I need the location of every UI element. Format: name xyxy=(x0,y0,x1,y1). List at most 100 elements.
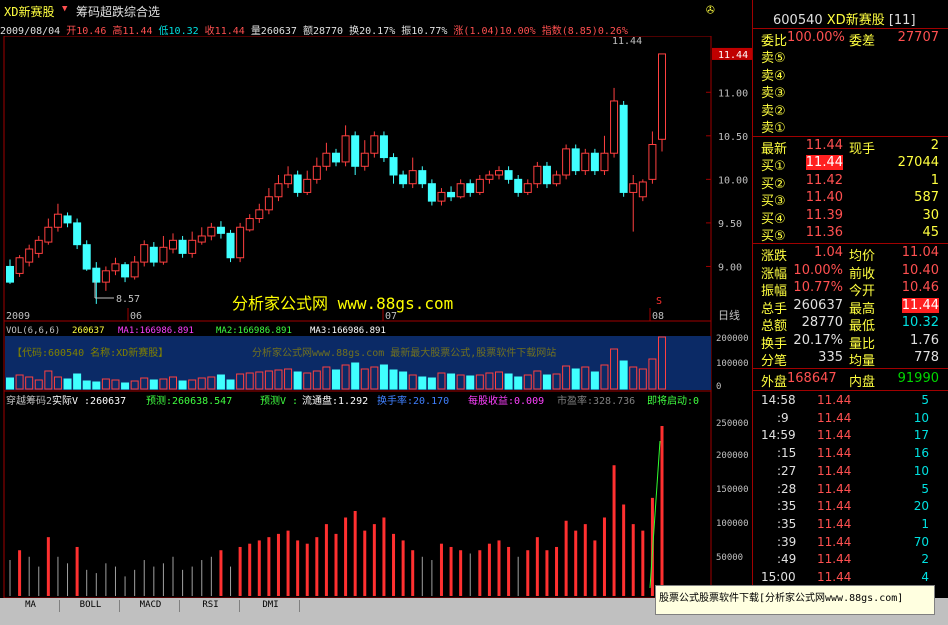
candle xyxy=(619,104,628,193)
candle xyxy=(341,135,350,163)
volume-bar xyxy=(379,364,388,390)
tick-time: :27 xyxy=(777,463,797,478)
sell-label: 卖④ xyxy=(761,68,786,84)
tab-ma[interactable]: MA xyxy=(2,600,60,612)
tab-macd[interactable]: MACD xyxy=(122,600,180,612)
buy-volume: 27044 xyxy=(897,155,939,170)
candle xyxy=(178,239,187,254)
candle xyxy=(25,248,34,263)
buy-row-3: 买③ 11.40 587 xyxy=(757,190,947,209)
volume-bar xyxy=(427,377,436,390)
buy-row-5: 买⑤ 11.36 45 xyxy=(757,225,947,244)
info-turnover: 换20.17% xyxy=(349,26,396,36)
ind-name: 穿越筹码2 xyxy=(6,394,52,407)
volume-bar xyxy=(418,376,427,390)
tick-volume: 2 xyxy=(921,552,929,567)
stat-label: 涨幅 xyxy=(761,266,788,282)
stat-row: 总额 28770 最低 10.32 xyxy=(757,315,947,334)
vol-tick-label: 200000 xyxy=(716,334,749,344)
vol-tick-label: 100000 xyxy=(716,359,749,369)
candle xyxy=(600,152,609,172)
volume-bar xyxy=(542,374,551,390)
tick-row: :35 11.44 1 xyxy=(757,517,947,534)
stat-value2: 10.46 xyxy=(901,280,939,295)
info-line: 2009/08/04 开10.46 高11.44 低10.32 收11.44 量… xyxy=(0,22,712,36)
candle xyxy=(332,152,340,163)
candle xyxy=(629,183,638,193)
candle xyxy=(101,270,110,283)
volume-bar xyxy=(6,377,14,390)
stat-value: 20.17% xyxy=(793,332,843,348)
info-index: 指数(8.85)0.26% xyxy=(541,26,628,36)
sell-label: 卖⑤ xyxy=(761,51,786,66)
volume-bar xyxy=(571,368,580,390)
tick-volume: 70 xyxy=(913,534,929,549)
period-label[interactable]: 日线 xyxy=(718,308,740,322)
tick-row: :39 11.44 70 xyxy=(757,535,947,552)
info-close: 收11.44 xyxy=(204,26,245,36)
candle xyxy=(523,183,532,193)
candle xyxy=(466,183,475,193)
tick-volume: 1 xyxy=(921,516,929,531)
tick-time: :9 xyxy=(777,410,789,425)
tab-rsi[interactable]: RSI xyxy=(182,600,240,612)
volume-bar xyxy=(399,371,408,390)
tick-volume: 5 xyxy=(921,481,929,496)
quote-header: 600540 XD新赛股 [11] xyxy=(773,9,943,28)
candle xyxy=(495,170,503,176)
ind-tick-label: 50000 xyxy=(716,553,743,563)
tick-volume: 5 xyxy=(921,393,929,407)
volume-bar xyxy=(121,382,130,390)
candle xyxy=(408,170,417,185)
volume-bar xyxy=(216,374,225,390)
candle xyxy=(159,246,168,263)
low-label: 8.57 xyxy=(116,294,140,305)
x-axis-label: 2009 xyxy=(6,311,30,322)
candle xyxy=(360,152,369,167)
candle xyxy=(485,174,494,180)
tick-time: :15 xyxy=(777,446,797,461)
tab-boll[interactable]: BOLL xyxy=(62,600,120,612)
indicator-arrow-icon[interactable]: ▼ xyxy=(62,4,67,14)
chart-area[interactable]: 11.00 10.50 10.00 9.50 9.00 11.44 11.44 8.57 20… xyxy=(0,36,752,598)
quote-panel: 600540 XD新赛股 [11] 委比 100.00% 委差 27707 卖⑤… xyxy=(752,0,948,598)
tick-price: 11.44 xyxy=(817,534,852,549)
buy-label: 买① xyxy=(761,159,786,174)
candle xyxy=(245,218,254,231)
stock-code: 600540 xyxy=(773,13,823,28)
stat-label: 振幅 xyxy=(761,284,788,299)
stat-value2: 11.04 xyxy=(901,245,939,260)
sell-row-4: 卖④ xyxy=(757,65,947,84)
ad-box[interactable]: 股票公式股票软件下载[分析家公式网www.88gs.com] xyxy=(655,585,935,615)
stat-value: 10.77% xyxy=(793,280,843,295)
tick-time: 14:59 xyxy=(761,428,796,443)
ind-forecast1: 预测:260638.547 xyxy=(146,394,232,407)
sell-label: 卖② xyxy=(761,103,786,119)
candle xyxy=(437,191,446,202)
info-high: 高11.44 xyxy=(112,26,153,36)
tab-dmi[interactable]: DMI xyxy=(242,600,300,612)
tick-price: 11.44 xyxy=(817,446,852,461)
stat-row: 换手 20.17% 量比 1.76 xyxy=(757,332,947,352)
volume-bar xyxy=(149,379,158,390)
tick-price: 11.44 xyxy=(817,499,852,514)
candle xyxy=(6,265,14,283)
candle xyxy=(264,196,273,211)
tick-time: :28 xyxy=(777,481,797,496)
settings-icon[interactable]: ✇ xyxy=(706,2,714,18)
buy-price: 11.44 xyxy=(805,155,843,170)
volume-bar xyxy=(619,360,628,390)
stat-label2: 前收 xyxy=(849,266,876,282)
price-tick-label: 11.00 xyxy=(718,88,748,99)
ind-circ: 流通盘:1.292 xyxy=(302,394,368,407)
candle xyxy=(216,226,225,234)
indicator-name[interactable]: 筹码超跌综合选 xyxy=(76,3,160,20)
candle xyxy=(92,267,101,283)
stat-value2: 10.40 xyxy=(901,262,939,278)
candle xyxy=(111,263,120,272)
candle xyxy=(15,257,24,274)
stock-name: XD新赛股 xyxy=(4,5,55,19)
candle xyxy=(562,148,571,176)
weibi-value: 100.00% xyxy=(787,30,845,45)
candle xyxy=(389,157,398,176)
